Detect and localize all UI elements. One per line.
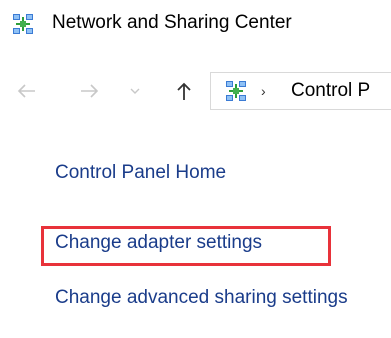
address-bar[interactable]: › Control P bbox=[210, 72, 391, 110]
navigation-bar: › Control P bbox=[0, 68, 391, 114]
change-adapter-settings-link[interactable]: Change adapter settings bbox=[55, 232, 262, 254]
chevron-down-icon[interactable] bbox=[126, 77, 144, 105]
change-advanced-sharing-settings-link[interactable]: Change advanced sharing settings bbox=[55, 284, 355, 312]
arrow-left-icon[interactable] bbox=[12, 77, 40, 105]
title-bar: Network and Sharing Center bbox=[0, 0, 391, 50]
network-sharing-window: Network and Sharing Center › Control P C… bbox=[0, 0, 391, 338]
network-icon bbox=[225, 80, 247, 102]
breadcrumb-control-panel[interactable]: Control P bbox=[291, 80, 370, 102]
window-title: Network and Sharing Center bbox=[52, 12, 292, 33]
arrow-up-icon[interactable] bbox=[170, 77, 198, 105]
control-panel-home-link[interactable]: Control Panel Home bbox=[55, 162, 226, 184]
network-icon bbox=[12, 13, 34, 35]
arrow-right-icon[interactable] bbox=[76, 77, 104, 105]
breadcrumb-separator[interactable]: › bbox=[261, 83, 266, 99]
